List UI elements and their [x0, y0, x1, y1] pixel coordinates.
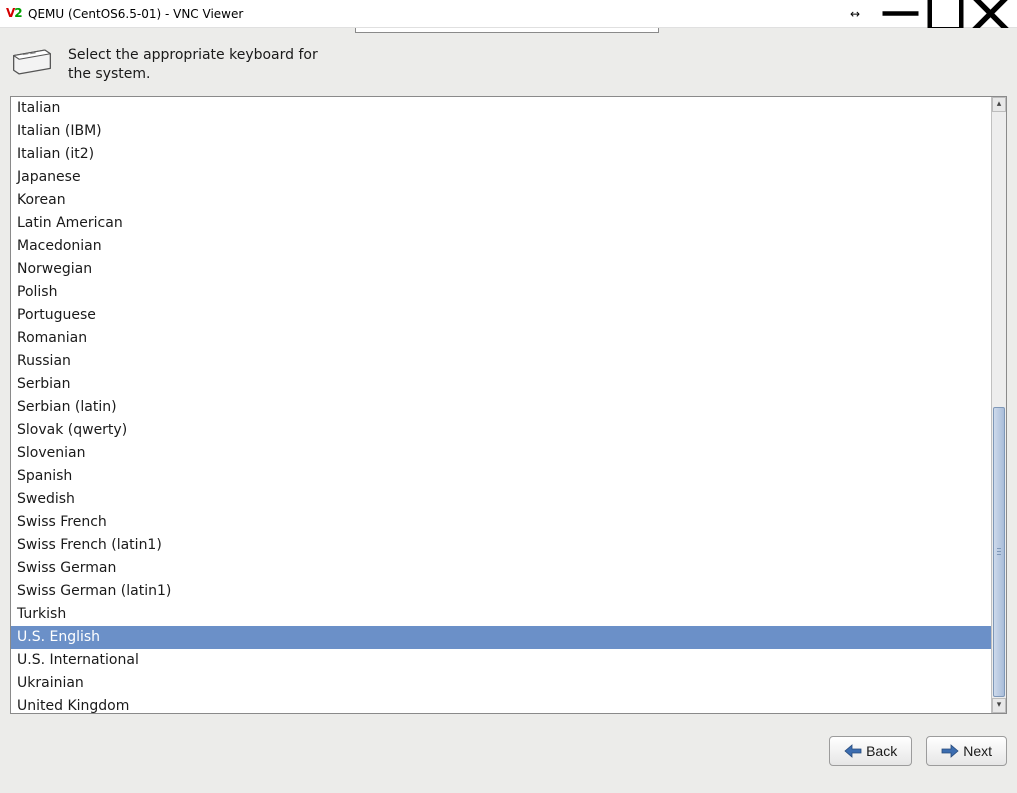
scrollbar-thumb[interactable]: [993, 407, 1005, 697]
list-item[interactable]: Romanian: [11, 327, 991, 350]
list-item[interactable]: Latin American: [11, 212, 991, 235]
list-item[interactable]: U.S. English: [11, 626, 991, 649]
back-button[interactable]: Back: [829, 736, 912, 766]
scroll-down-icon[interactable]: ▾: [992, 698, 1006, 713]
list-item[interactable]: Spanish: [11, 465, 991, 488]
list-item[interactable]: Serbian: [11, 373, 991, 396]
maximize-button[interactable]: [923, 0, 968, 28]
list-item[interactable]: Polish: [11, 281, 991, 304]
list-item[interactable]: Japanese: [11, 166, 991, 189]
list-item[interactable]: Russian: [11, 350, 991, 373]
installer-content: Select the appropriate keyboard for the …: [0, 28, 1017, 793]
scroll-up-icon[interactable]: ▴: [992, 97, 1006, 112]
vnc-viewer-icon: V2: [6, 6, 22, 22]
list-item[interactable]: Korean: [11, 189, 991, 212]
banner-remnant: [355, 28, 659, 33]
list-item[interactable]: Portuguese: [11, 304, 991, 327]
list-item[interactable]: Ukrainian: [11, 672, 991, 695]
keyboard-header: Select the appropriate keyboard for the …: [0, 28, 1017, 96]
list-item[interactable]: Swiss French: [11, 511, 991, 534]
list-item[interactable]: Swedish: [11, 488, 991, 511]
window-title: QEMU (CentOS6.5-01) - VNC Viewer: [28, 7, 243, 21]
list-item[interactable]: Italian: [11, 97, 991, 120]
list-item[interactable]: Norwegian: [11, 258, 991, 281]
keyboard-list[interactable]: ItalianItalian (IBM)Italian (it2)Japanes…: [11, 97, 991, 713]
list-item[interactable]: United Kingdom: [11, 695, 991, 713]
list-item[interactable]: Macedonian: [11, 235, 991, 258]
window-titlebar: V2 QEMU (CentOS6.5-01) - VNC Viewer ↔: [0, 0, 1017, 28]
list-item[interactable]: Swiss German (latin1): [11, 580, 991, 603]
scrollbar[interactable]: ▴ ▾: [991, 97, 1006, 713]
resize-icon: ↔: [850, 7, 860, 21]
list-item[interactable]: Serbian (latin): [11, 396, 991, 419]
keyboard-icon: [10, 46, 54, 78]
close-button[interactable]: [968, 0, 1013, 28]
minimize-button[interactable]: [878, 0, 923, 28]
list-item[interactable]: Italian (IBM): [11, 120, 991, 143]
list-item[interactable]: Italian (it2): [11, 143, 991, 166]
next-button[interactable]: Next: [926, 736, 1007, 766]
list-item[interactable]: Turkish: [11, 603, 991, 626]
next-label: Next: [963, 743, 992, 759]
list-item[interactable]: Slovenian: [11, 442, 991, 465]
list-item[interactable]: Slovak (qwerty): [11, 419, 991, 442]
list-item[interactable]: U.S. International: [11, 649, 991, 672]
footer-nav: Back Next: [0, 714, 1017, 778]
list-item[interactable]: Swiss French (latin1): [11, 534, 991, 557]
back-label: Back: [866, 743, 897, 759]
keyboard-prompt: Select the appropriate keyboard for the …: [68, 46, 318, 84]
arrow-left-icon: [844, 744, 862, 758]
list-item[interactable]: Swiss German: [11, 557, 991, 580]
arrow-right-icon: [941, 744, 959, 758]
keyboard-listbox[interactable]: ItalianItalian (IBM)Italian (it2)Japanes…: [10, 96, 1007, 714]
